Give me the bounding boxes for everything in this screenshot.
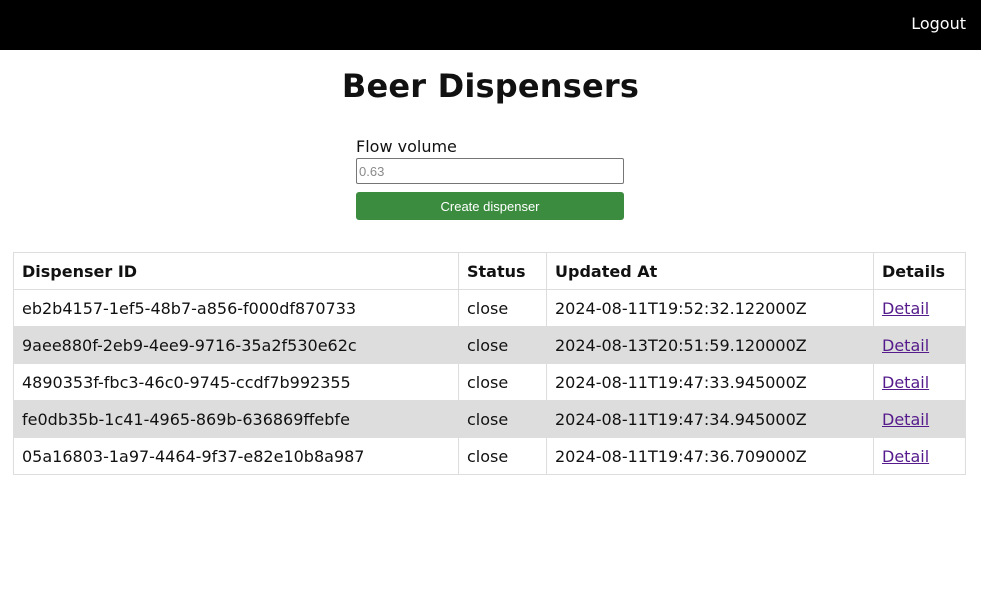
updated-at-cell: 2024-08-11T19:47:33.945000Z — [546, 363, 874, 401]
details-cell: Detail — [873, 326, 966, 364]
page-title: Beer Dispensers — [341, 67, 640, 105]
table-row: eb2b4157-1ef5-48b7-a856-f000df870733 clo… — [13, 289, 966, 327]
detail-link[interactable]: Detail — [882, 410, 929, 429]
details-cell: Detail — [873, 289, 966, 327]
table-row: 05a16803-1a97-4464-9f37-e82e10b8a987 clo… — [13, 437, 966, 475]
column-header-details: Details — [873, 252, 966, 290]
flow-volume-input[interactable] — [356, 158, 624, 184]
logout-link[interactable]: Logout — [911, 14, 966, 34]
table-header-row: Dispenser ID Status Updated At Details — [13, 252, 966, 290]
detail-link[interactable]: Detail — [882, 299, 929, 318]
updated-at-cell: 2024-08-13T20:51:59.120000Z — [546, 326, 874, 364]
column-header-dispenser-id: Dispenser ID — [13, 252, 459, 290]
status-cell: close — [458, 437, 547, 475]
dispensers-table: Dispenser ID Status Updated At Details e… — [13, 252, 966, 475]
detail-link[interactable]: Detail — [882, 447, 929, 466]
dispenser-id-cell: 9aee880f-2eb9-4ee9-9716-35a2f530e62c — [13, 326, 459, 364]
detail-link[interactable]: Detail — [882, 336, 929, 355]
details-cell: Detail — [873, 400, 966, 438]
status-cell: close — [458, 363, 547, 401]
flow-volume-label: Flow volume — [356, 137, 457, 156]
status-cell: close — [458, 400, 547, 438]
dispenser-id-cell: 05a16803-1a97-4464-9f37-e82e10b8a987 — [13, 437, 459, 475]
updated-at-cell: 2024-08-11T19:52:32.122000Z — [546, 289, 874, 327]
details-cell: Detail — [873, 363, 966, 401]
dispenser-id-cell: eb2b4157-1ef5-48b7-a856-f000df870733 — [13, 289, 459, 327]
detail-link[interactable]: Detail — [882, 373, 929, 392]
create-dispenser-form: Flow volume Create dispenser — [356, 137, 624, 220]
updated-at-cell: 2024-08-11T19:47:34.945000Z — [546, 400, 874, 438]
table-row: 4890353f-fbc3-46c0-9745-ccdf7b992355 clo… — [13, 363, 966, 401]
column-header-status: Status — [458, 252, 547, 290]
column-header-updated-at: Updated At — [546, 252, 874, 290]
updated-at-cell: 2024-08-11T19:47:36.709000Z — [546, 437, 874, 475]
dispenser-id-cell: fe0db35b-1c41-4965-869b-636869ffebfe — [13, 400, 459, 438]
table-row: 9aee880f-2eb9-4ee9-9716-35a2f530e62c clo… — [13, 326, 966, 364]
details-cell: Detail — [873, 437, 966, 475]
status-cell: close — [458, 289, 547, 327]
create-dispenser-button[interactable]: Create dispenser — [356, 192, 624, 220]
table-row: fe0db35b-1c41-4965-869b-636869ffebfe clo… — [13, 400, 966, 438]
status-cell: close — [458, 326, 547, 364]
dispenser-id-cell: 4890353f-fbc3-46c0-9745-ccdf7b992355 — [13, 363, 459, 401]
top-nav-bar: Logout — [0, 0, 981, 50]
